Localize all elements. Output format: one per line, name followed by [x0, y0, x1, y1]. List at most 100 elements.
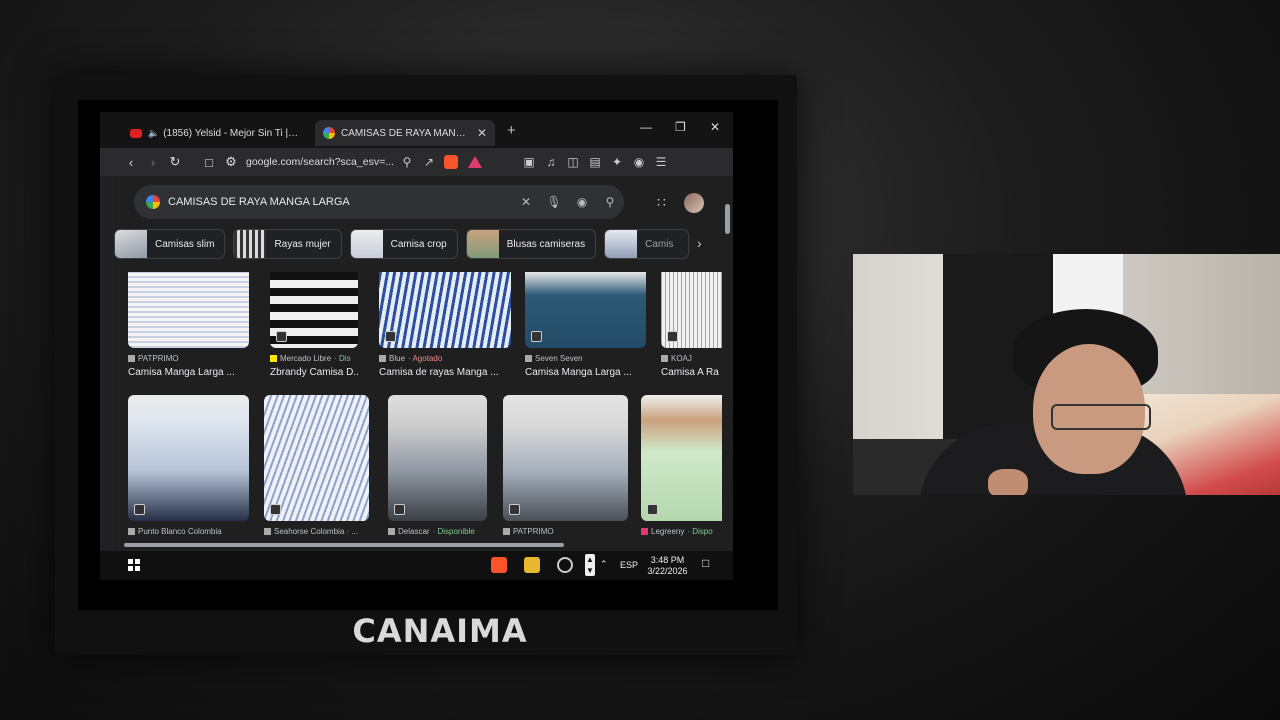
result-card[interactable]: Seven Seven Camisa Manga Larga ...: [525, 272, 646, 378]
leo-ai-icon[interactable]: ✦: [606, 155, 628, 169]
taskbar-scroll-control[interactable]: ▲ ▼: [585, 554, 595, 576]
lens-icon[interactable]: [394, 504, 405, 515]
chip-camisa-crop[interactable]: Camisa crop: [349, 229, 458, 259]
menu-icon[interactable]: ☰: [650, 155, 672, 169]
tab-label: CAMISAS DE RAYA MANGA LAR: [341, 127, 471, 139]
result-image[interactable]: [379, 272, 511, 348]
chip-thumbnail: [605, 230, 638, 258]
speaker-icon[interactable]: 🔈: [148, 128, 159, 139]
vertical-scrollbar[interactable]: [725, 204, 730, 234]
reload-icon[interactable]: ↻: [164, 154, 186, 170]
chip-rayas-mujer[interactable]: Rayas mujer: [233, 229, 342, 259]
result-image[interactable]: [270, 272, 358, 348]
lens-icon[interactable]: [134, 504, 145, 515]
microphone-icon[interactable]: 🎙: [540, 195, 568, 209]
lens-icon[interactable]: [276, 331, 287, 342]
chevron-right-icon[interactable]: ›: [697, 235, 702, 251]
result-card[interactable]: KOAJ Camisa A Ra: [661, 272, 722, 378]
result-image[interactable]: [525, 272, 646, 348]
windows-start-icon[interactable]: [128, 559, 140, 571]
availability-status: · Dispo: [687, 527, 713, 536]
new-tab-button[interactable]: +: [507, 122, 516, 139]
sidebar-icon[interactable]: ◫: [562, 155, 584, 169]
result-title[interactable]: Camisa de rayas Manga ...: [379, 367, 511, 378]
result-card[interactable]: Seahorse Colombia · ...: [264, 395, 369, 536]
result-source: KOAJ: [661, 354, 722, 363]
result-source: Delascar · Disponible: [388, 527, 487, 536]
forward-icon[interactable]: ›: [142, 155, 164, 170]
globe-app-icon[interactable]: [557, 557, 573, 573]
result-card[interactable]: Punto Blanco Colombia: [128, 395, 249, 536]
zoom-icon[interactable]: ⚲: [396, 155, 418, 169]
search-input[interactable]: CAMISAS DE RAYA MANGA LARGA: [168, 196, 512, 208]
minimize-icon[interactable]: —: [640, 120, 652, 134]
result-card[interactable]: Delascar · Disponible: [388, 395, 487, 536]
brave-shields-icon[interactable]: [444, 155, 458, 169]
result-card[interactable]: PATPRIMO: [503, 395, 628, 536]
restore-icon[interactable]: ❐: [675, 120, 686, 134]
horizontal-scrollbar[interactable]: [114, 542, 714, 548]
result-title[interactable]: Camisa A Ra: [661, 367, 722, 378]
result-image[interactable]: [128, 395, 249, 521]
camera-search-icon[interactable]: ◉: [568, 195, 596, 209]
brave-rewards-icon[interactable]: [468, 156, 482, 168]
result-card[interactable]: Mercado Libre · Dis Zbrandy Camisa D...: [270, 272, 358, 378]
result-image[interactable]: [388, 395, 487, 521]
source-name: KOAJ: [671, 354, 692, 363]
result-image[interactable]: [264, 395, 369, 521]
site-favicon-icon: [388, 528, 395, 535]
result-title[interactable]: Zbrandy Camisa D...: [270, 367, 358, 378]
vpn-icon[interactable]: ◉: [628, 155, 650, 169]
clear-icon[interactable]: ✕: [512, 195, 540, 209]
result-card[interactable]: Blue · Agotado Camisa de rayas Manga ...: [379, 272, 511, 378]
close-window-icon[interactable]: ✕: [710, 120, 720, 134]
chip-camisa[interactable]: Camis: [604, 229, 690, 259]
tray-chevron-up-icon[interactable]: ⌃: [600, 559, 608, 570]
scrollbar-thumb[interactable]: [124, 543, 564, 547]
result-title[interactable]: Camisa Manga Larga ...: [525, 367, 646, 378]
result-image[interactable]: [641, 395, 722, 521]
bookmark-icon[interactable]: □: [198, 155, 220, 170]
related-chips: Camisas slim Rayas mujer Camisa crop Blu…: [114, 228, 714, 260]
file-explorer-icon[interactable]: [524, 557, 540, 573]
notifications-icon[interactable]: □: [702, 557, 709, 569]
lens-icon[interactable]: [385, 331, 396, 342]
wallet-icon[interactable]: ▤: [584, 155, 606, 169]
url-field[interactable]: google.com/search?sca_esv=...: [246, 156, 396, 168]
chip-camisas-slim[interactable]: Camisas slim: [114, 229, 226, 259]
media-icon[interactable]: ♫: [540, 155, 562, 169]
lens-icon[interactable]: [531, 331, 542, 342]
close-tab-icon[interactable]: ✕: [477, 126, 487, 140]
address-toolbar: ‹ › ↻ □ ⚙ google.com/search?sca_esv=... …: [100, 148, 733, 176]
result-source: Seven Seven: [525, 354, 646, 363]
avatar[interactable]: [684, 193, 704, 213]
search-icon[interactable]: ⚲: [596, 195, 624, 209]
brave-browser-icon[interactable]: [491, 557, 507, 573]
clock-time: 3:48 PM: [650, 555, 685, 565]
screenshot-icon[interactable]: ▣: [518, 155, 540, 169]
chip-blusas-camiseras[interactable]: Blusas camiseras: [465, 229, 597, 259]
site-settings-icon[interactable]: ⚙: [220, 154, 242, 170]
search-box[interactable]: CAMISAS DE RAYA MANGA LARGA ✕ 🎙 ◉ ⚲: [134, 185, 624, 219]
result-card[interactable]: PATPRIMO Camisa Manga Larga ...: [128, 272, 249, 378]
tab-google-search[interactable]: CAMISAS DE RAYA MANGA LAR ✕: [315, 120, 495, 146]
lens-icon[interactable]: [270, 504, 281, 515]
result-image[interactable]: [503, 395, 628, 521]
chip-thumbnail: [115, 230, 147, 258]
lens-icon[interactable]: [667, 331, 678, 342]
lens-icon[interactable]: [509, 504, 520, 515]
result-image[interactable]: [128, 272, 249, 348]
availability-status: · Dis: [334, 354, 351, 363]
apps-grid-icon[interactable]: ∷: [657, 194, 666, 211]
tab-youtube[interactable]: 🔈 (1856) Yelsid - Mejor Sin Ti | Video: [122, 120, 307, 146]
share-icon[interactable]: ↗: [418, 155, 440, 169]
clock[interactable]: 3:48 PM 3/22/2026: [645, 555, 690, 577]
browser-tab-strip: 🔈 (1856) Yelsid - Mejor Sin Ti | Video C…: [100, 112, 733, 148]
result-card[interactable]: Legreeny · Dispo: [641, 395, 722, 536]
back-icon[interactable]: ‹: [120, 155, 142, 170]
lens-icon[interactable]: [647, 504, 658, 515]
google-logo-icon: [146, 195, 160, 209]
language-indicator[interactable]: ESP: [620, 560, 638, 571]
result-image[interactable]: [661, 272, 722, 348]
result-title[interactable]: Camisa Manga Larga ...: [128, 367, 249, 378]
